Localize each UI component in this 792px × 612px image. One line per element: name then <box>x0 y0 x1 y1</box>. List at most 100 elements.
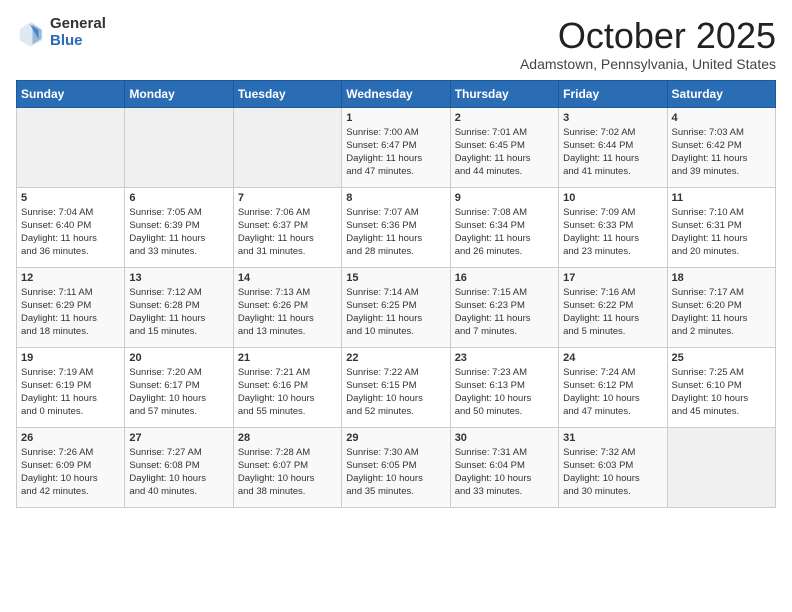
day-info: Sunrise: 7:22 AM Sunset: 6:15 PM Dayligh… <box>346 366 445 419</box>
day-cell: 4Sunrise: 7:03 AM Sunset: 6:42 PM Daylig… <box>667 107 775 187</box>
day-cell: 5 Sunrise: 7:04 AM Sunset: 6:40 PM Daylig… <box>17 187 125 267</box>
week-row-5: 26Sunrise: 7:26 AM Sunset: 6:09 PM Dayli… <box>17 427 776 507</box>
day-cell <box>667 427 775 507</box>
location: Adamstown, Pennsylvania, United States <box>520 56 776 72</box>
day-cell: 14Sunrise: 7:13 AM Sunset: 6:26 PM Dayli… <box>233 267 341 347</box>
day-info: Sunrise: 7:25 AM Sunset: 6:10 PM Dayligh… <box>672 366 771 419</box>
day-number: 15 <box>346 272 445 284</box>
day-number: 16 <box>455 272 554 284</box>
day-number: 6 <box>129 192 228 204</box>
header-cell-thursday: Thursday <box>450 80 558 107</box>
day-number: 8 <box>346 192 445 204</box>
day-cell: 22Sunrise: 7:22 AM Sunset: 6:15 PM Dayli… <box>342 347 450 427</box>
day-cell: 11 Sunrise: 7:10 AM Sunset: 6:31 PM Dayli… <box>667 187 775 267</box>
day-info: Sunrise: 7:20 AM Sunset: 6:17 PM Dayligh… <box>129 366 228 419</box>
day-info: Sunrise: 7:14 AM Sunset: 6:25 PM Dayligh… <box>346 286 445 339</box>
logo-text: General Blue <box>50 16 106 49</box>
logo: General Blue <box>16 16 106 49</box>
day-cell: 31 Sunrise: 7:32 AM Sunset: 6:03 PM Dayli… <box>559 427 667 507</box>
day-info: Sunrise: 7:21 AM Sunset: 6:16 PM Dayligh… <box>238 366 337 419</box>
day-info: Sunrise: 7:02 AM Sunset: 6:44 PM Dayligh… <box>563 126 662 179</box>
day-cell: 20 Sunrise: 7:20 AM Sunset: 6:17 PM Dayli… <box>125 347 233 427</box>
day-cell: 6 Sunrise: 7:05 AM Sunset: 6:39 PM Daylig… <box>125 187 233 267</box>
day-cell: 24 Sunrise: 7:24 AM Sunset: 6:12 PM Dayli… <box>559 347 667 427</box>
day-info: Sunrise: 7:10 AM Sunset: 6:31 PM Dayligh… <box>672 206 771 259</box>
day-info: Sunrise: 7:06 AM Sunset: 6:37 PM Dayligh… <box>238 206 337 259</box>
week-row-4: 19Sunrise: 7:19 AM Sunset: 6:19 PM Dayli… <box>17 347 776 427</box>
day-number: 5 <box>21 192 120 204</box>
day-number: 17 <box>563 272 662 284</box>
calendar-header: SundayMondayTuesdayWednesdayThursdayFrid… <box>17 80 776 107</box>
day-cell: 16 Sunrise: 7:15 AM Sunset: 6:23 PM Dayli… <box>450 267 558 347</box>
day-cell <box>125 107 233 187</box>
day-info: Sunrise: 7:08 AM Sunset: 6:34 PM Dayligh… <box>455 206 554 259</box>
header-cell-sunday: Sunday <box>17 80 125 107</box>
header-cell-wednesday: Wednesday <box>342 80 450 107</box>
day-cell: 8 Sunrise: 7:07 AM Sunset: 6:36 PM Daylig… <box>342 187 450 267</box>
day-info: Sunrise: 7:09 AM Sunset: 6:33 PM Dayligh… <box>563 206 662 259</box>
day-info: Sunrise: 7:01 AM Sunset: 6:45 PM Dayligh… <box>455 126 554 179</box>
day-number: 12 <box>21 272 120 284</box>
day-number: 20 <box>129 352 228 364</box>
day-info: Sunrise: 7:28 AM Sunset: 6:07 PM Dayligh… <box>238 446 337 499</box>
title-block: October 2025 Adamstown, Pennsylvania, Un… <box>520 16 776 72</box>
day-cell <box>17 107 125 187</box>
day-number: 7 <box>238 192 337 204</box>
month-title: October 2025 <box>520 16 776 56</box>
header-cell-friday: Friday <box>559 80 667 107</box>
week-row-1: 1 Sunrise: 7:00 AM Sunset: 6:47 PM Daylig… <box>17 107 776 187</box>
logo-general: General <box>50 16 106 33</box>
day-number: 24 <box>563 352 662 364</box>
day-number: 21 <box>238 352 337 364</box>
day-cell: 15 Sunrise: 7:14 AM Sunset: 6:25 PM Dayli… <box>342 267 450 347</box>
day-info: Sunrise: 7:31 AM Sunset: 6:04 PM Dayligh… <box>455 446 554 499</box>
day-cell: 13Sunrise: 7:12 AM Sunset: 6:28 PM Dayli… <box>125 267 233 347</box>
day-info: Sunrise: 7:19 AM Sunset: 6:19 PM Dayligh… <box>21 366 120 419</box>
page-header: General Blue October 2025 Adamstown, Pen… <box>16 16 776 72</box>
header-cell-monday: Monday <box>125 80 233 107</box>
day-info: Sunrise: 7:00 AM Sunset: 6:47 PM Dayligh… <box>346 126 445 179</box>
day-number: 14 <box>238 272 337 284</box>
day-cell: 1 Sunrise: 7:00 AM Sunset: 6:47 PM Daylig… <box>342 107 450 187</box>
header-row: SundayMondayTuesdayWednesdayThursdayFrid… <box>17 80 776 107</box>
logo-blue: Blue <box>50 33 106 50</box>
day-number: 28 <box>238 432 337 444</box>
day-info: Sunrise: 7:11 AM Sunset: 6:29 PM Dayligh… <box>21 286 120 339</box>
day-cell: 21 Sunrise: 7:21 AM Sunset: 6:16 PM Dayli… <box>233 347 341 427</box>
day-info: Sunrise: 7:16 AM Sunset: 6:22 PM Dayligh… <box>563 286 662 339</box>
day-number: 18 <box>672 272 771 284</box>
day-number: 11 <box>672 192 771 204</box>
day-info: Sunrise: 7:24 AM Sunset: 6:12 PM Dayligh… <box>563 366 662 419</box>
day-number: 1 <box>346 112 445 124</box>
day-number: 27 <box>129 432 228 444</box>
day-cell <box>233 107 341 187</box>
day-cell: 12 Sunrise: 7:11 AM Sunset: 6:29 PM Dayli… <box>17 267 125 347</box>
day-number: 31 <box>563 432 662 444</box>
day-info: Sunrise: 7:30 AM Sunset: 6:05 PM Dayligh… <box>346 446 445 499</box>
week-row-3: 12 Sunrise: 7:11 AM Sunset: 6:29 PM Dayli… <box>17 267 776 347</box>
day-cell: 19Sunrise: 7:19 AM Sunset: 6:19 PM Dayli… <box>17 347 125 427</box>
day-cell: 18Sunrise: 7:17 AM Sunset: 6:20 PM Dayli… <box>667 267 775 347</box>
day-cell: 29Sunrise: 7:30 AM Sunset: 6:05 PM Dayli… <box>342 427 450 507</box>
day-number: 25 <box>672 352 771 364</box>
day-info: Sunrise: 7:32 AM Sunset: 6:03 PM Dayligh… <box>563 446 662 499</box>
day-cell: 27 Sunrise: 7:27 AM Sunset: 6:08 PM Dayli… <box>125 427 233 507</box>
day-info: Sunrise: 7:15 AM Sunset: 6:23 PM Dayligh… <box>455 286 554 339</box>
day-cell: 26Sunrise: 7:26 AM Sunset: 6:09 PM Dayli… <box>17 427 125 507</box>
day-cell: 25 Sunrise: 7:25 AM Sunset: 6:10 PM Dayli… <box>667 347 775 427</box>
day-number: 3 <box>563 112 662 124</box>
day-number: 23 <box>455 352 554 364</box>
day-cell: 3 Sunrise: 7:02 AM Sunset: 6:44 PM Daylig… <box>559 107 667 187</box>
logo-icon <box>16 18 46 48</box>
day-info: Sunrise: 7:04 AM Sunset: 6:40 PM Dayligh… <box>21 206 120 259</box>
day-info: Sunrise: 7:05 AM Sunset: 6:39 PM Dayligh… <box>129 206 228 259</box>
day-cell: 23Sunrise: 7:23 AM Sunset: 6:13 PM Dayli… <box>450 347 558 427</box>
header-cell-tuesday: Tuesday <box>233 80 341 107</box>
day-number: 30 <box>455 432 554 444</box>
day-number: 2 <box>455 112 554 124</box>
day-number: 26 <box>21 432 120 444</box>
day-info: Sunrise: 7:07 AM Sunset: 6:36 PM Dayligh… <box>346 206 445 259</box>
day-cell: 9Sunrise: 7:08 AM Sunset: 6:34 PM Daylig… <box>450 187 558 267</box>
day-number: 10 <box>563 192 662 204</box>
day-info: Sunrise: 7:27 AM Sunset: 6:08 PM Dayligh… <box>129 446 228 499</box>
